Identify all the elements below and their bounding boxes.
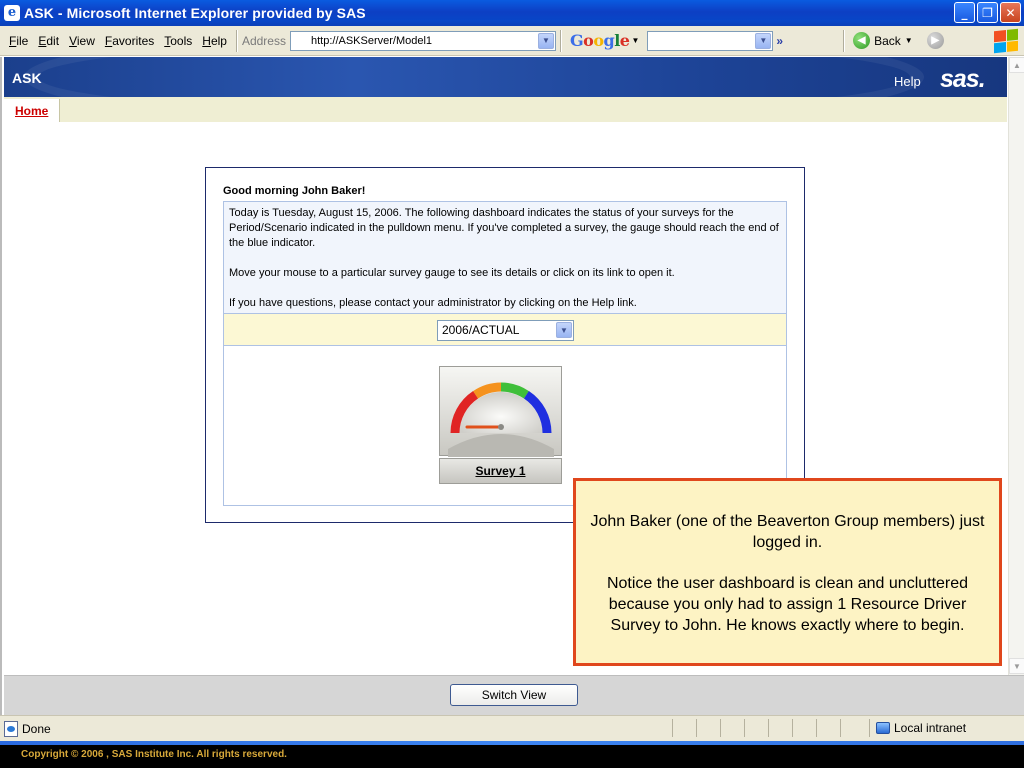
ie-icon: e [4, 5, 20, 21]
window-title-bar: e ASK - Microsoft Internet Explorer prov… [0, 0, 1024, 26]
status-bar: Done Local intranet [0, 715, 1024, 741]
menu-favorites[interactable]: Favorites [100, 34, 159, 48]
address-url: http://ASKServer/Model1 [310, 34, 433, 47]
menu-help[interactable]: Help [197, 34, 232, 48]
zone-text: Local intranet [894, 721, 967, 735]
instructions-text: Today is Tuesday, August 15, 2006. The f… [229, 207, 779, 249]
greeting: Good morning John Baker! [223, 185, 366, 197]
callout-text: Notice the user dashboard is clean and u… [606, 575, 969, 634]
period-scenario-select[interactable]: 2006/ACTUAL ▼ [437, 320, 574, 341]
back-label: Back [874, 33, 901, 48]
status-cell [768, 719, 790, 737]
menu-file[interactable]: File [4, 34, 33, 48]
back-button[interactable]: ◀ Back ▼ [853, 32, 913, 49]
address-label: Address [241, 33, 286, 48]
tab-home[interactable]: Home [4, 99, 61, 122]
window-title: ASK - Microsoft Internet Explorer provid… [24, 5, 366, 21]
status-cell [840, 719, 862, 737]
switch-view-bar: Switch View [4, 675, 1024, 715]
banner-swoosh [24, 57, 924, 97]
annotation-callout: John Baker (one of the Beaverton Group m… [573, 478, 1002, 666]
browser-viewport: ASK Help sas. Home Good morning John Bak… [0, 57, 1024, 715]
toolbar-more-button[interactable]: » [776, 34, 783, 48]
sas-logo: sas. [940, 65, 986, 93]
instructions-text: If you have questions, please contact yo… [229, 297, 637, 309]
chevron-down-icon[interactable]: ▼ [755, 32, 772, 49]
chevron-down-icon[interactable]: ▼ [556, 322, 572, 338]
tab-strip: Home [4, 97, 1007, 122]
survey-link[interactable]: Survey 1 [439, 458, 562, 484]
slide-footer: Copyright © 2006 , SAS Institute Inc. Al… [0, 745, 1024, 768]
menu-toolbar-row: File Edit View Favorites Tools Help Addr… [0, 26, 1024, 56]
menu-view[interactable]: View [64, 34, 100, 48]
scroll-up-icon[interactable]: ▲ [1009, 57, 1024, 73]
callout-text: John Baker (one of the Beaverton Group m… [590, 513, 985, 551]
app-name: ASK [12, 70, 42, 86]
period-select-value: 2006/ACTUAL [442, 323, 520, 337]
gauge-base [448, 434, 554, 457]
google-logo[interactable]: Google [570, 31, 630, 50]
close-button[interactable]: ✕ [1000, 2, 1021, 23]
local-intranet-icon [876, 722, 890, 734]
address-bar[interactable]: http://ASKServer/Model1 ▼ [289, 30, 556, 51]
period-select-bar: 2006/ACTUAL ▼ [223, 314, 787, 346]
status-cell [672, 719, 694, 737]
status-cell [792, 719, 814, 737]
status-cells [672, 719, 862, 737]
back-arrow-icon: ◀ [853, 32, 871, 49]
sas-banner: ASK Help sas. [4, 57, 1007, 97]
toolbar-separator [843, 29, 846, 52]
status-cell [816, 719, 838, 737]
gauge-hub [498, 424, 504, 430]
status-done: Done [4, 720, 51, 737]
minimize-button[interactable]: _ [954, 2, 975, 23]
help-link[interactable]: Help [894, 74, 921, 89]
status-text: Done [22, 721, 51, 736]
google-search-input[interactable]: ▼ [647, 30, 774, 51]
status-cell [696, 719, 718, 737]
instructions-text: Move your mouse to a particular survey g… [229, 267, 675, 279]
toolbar-separator [559, 29, 562, 52]
chevron-down-icon[interactable]: ▼ [537, 32, 554, 49]
menu-tools[interactable]: Tools [159, 34, 197, 48]
survey-gauge[interactable] [439, 366, 562, 457]
menu-edit[interactable]: Edit [33, 34, 64, 48]
scroll-down-icon[interactable]: ▼ [1009, 658, 1024, 674]
chevron-down-icon[interactable]: ▼ [905, 36, 913, 45]
windows-logo-icon [994, 28, 1018, 54]
maximize-button[interactable]: ❐ [977, 2, 998, 23]
window-controls: _ ❐ ✕ [954, 2, 1021, 23]
gauge-icon [448, 382, 554, 457]
chevron-down-icon[interactable]: ▼ [631, 36, 639, 45]
vertical-scrollbar[interactable]: ▲ ▼ [1008, 57, 1024, 675]
menu-bar: File Edit View Favorites Tools Help [0, 34, 232, 48]
dashboard-card: Good morning John Baker! Today is Tuesda… [205, 167, 805, 523]
instructions-box: Today is Tuesday, August 15, 2006. The f… [223, 201, 787, 314]
forward-arrow-icon[interactable]: ▶ [926, 32, 944, 49]
page-icon [4, 720, 18, 737]
status-cell [744, 719, 766, 737]
security-zone: Local intranet [869, 719, 1019, 737]
toolbar-separator [235, 29, 238, 52]
copyright-text: Copyright © 2006 , SAS Institute Inc. Al… [21, 749, 287, 760]
status-cell [720, 719, 742, 737]
switch-view-button[interactable]: Switch View [450, 684, 578, 706]
